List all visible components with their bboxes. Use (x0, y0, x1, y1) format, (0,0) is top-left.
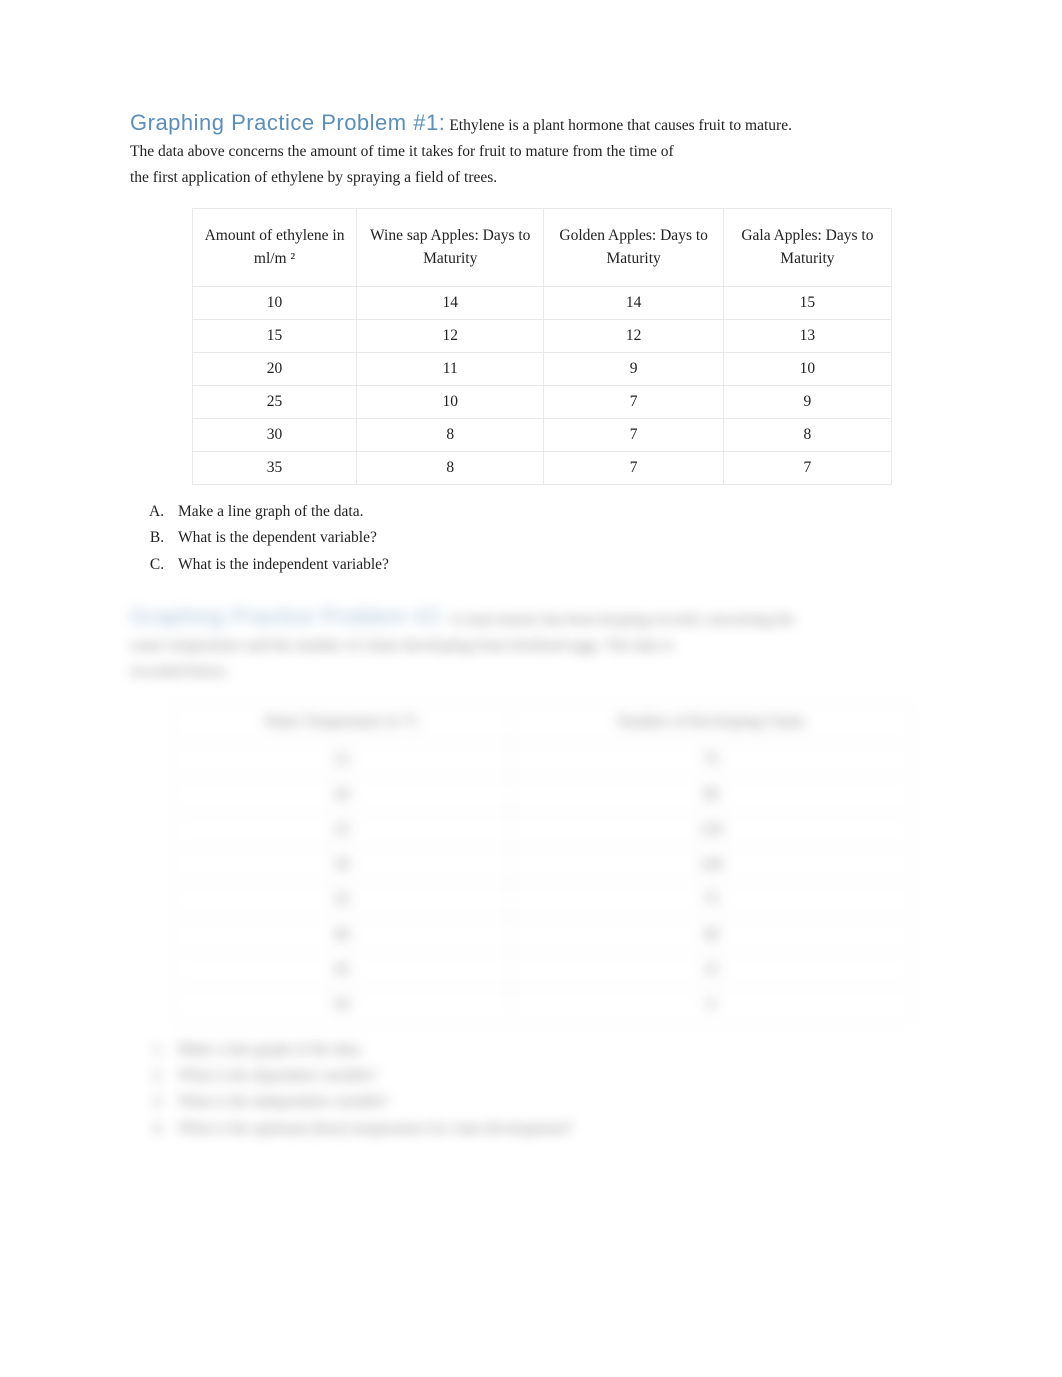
question-item: What is the independent variable? (168, 1089, 932, 1115)
table-row: 30 140 (173, 847, 912, 882)
table-row: 30 8 7 8 (193, 418, 892, 451)
table-header-row: Amount of ethylene in ml/m ² Wine sap Ap… (193, 209, 892, 287)
cell: 14 (357, 286, 544, 319)
table-row: 35 8 7 7 (193, 451, 892, 484)
question-item: What is the dependent variable? (168, 1063, 932, 1089)
table-row: 50 0 (173, 987, 912, 1022)
cell: 25 (173, 812, 511, 847)
problem-2-obscured: Graphing Practice Problem #2: A clam far… (130, 604, 932, 1142)
cell: 25 (193, 385, 357, 418)
problem-1-intro: Graphing Practice Problem #1: Ethylene i… (130, 110, 932, 138)
question-item: Make a line graph of the data. (168, 1037, 932, 1063)
col-header: Golden Apples: Days to Maturity (544, 209, 723, 287)
problem-1-intro-line3: the first application of ethylene by spr… (130, 166, 932, 190)
question-item: Make a line graph of the data. (168, 499, 932, 525)
cell: 15 (193, 319, 357, 352)
cell: 10 (723, 352, 891, 385)
cell: 7 (544, 451, 723, 484)
cell: 35 (193, 451, 357, 484)
cell: 8 (723, 418, 891, 451)
cell: 30 (193, 418, 357, 451)
cell: 11 (357, 352, 544, 385)
cell: 45 (173, 952, 511, 987)
col-header: Gala Apples: Days to Maturity (723, 209, 891, 287)
cell: 0 (511, 987, 912, 1022)
cell: 40 (511, 917, 912, 952)
col-header: Water Temperature in °C (173, 703, 511, 742)
question-item: What is the independent variable? (168, 552, 932, 578)
problem-1-questions: Make a line graph of the data. What is t… (150, 499, 932, 578)
cell: 10 (357, 385, 544, 418)
problem-2-table: Water Temperature in °C Number of Develo… (172, 702, 912, 1022)
cell: 120 (511, 812, 912, 847)
cell: 15 (173, 742, 511, 777)
problem-1-heading: Graphing Practice Problem #1: (130, 110, 445, 135)
cell: 12 (544, 319, 723, 352)
cell: 13 (723, 319, 891, 352)
cell: 7 (544, 418, 723, 451)
table-row: 35 75 (173, 882, 912, 917)
question-item: What is the optimum (best) temperature f… (168, 1116, 932, 1142)
cell: 15 (723, 286, 891, 319)
problem-2-intro-inline: A clam farmer has been keeping records c… (449, 611, 794, 628)
cell: 35 (173, 882, 511, 917)
table-row: 10 14 14 15 (193, 286, 892, 319)
cell: 7 (723, 451, 891, 484)
cell: 20 (173, 777, 511, 812)
cell: 90 (511, 777, 912, 812)
col-header: Wine sap Apples: Days to Maturity (357, 209, 544, 287)
cell: 9 (544, 352, 723, 385)
problem-1-intro-inline: Ethylene is a plant hormone that causes … (449, 117, 792, 134)
cell: 7 (544, 385, 723, 418)
problem-2-intro-line3: recorded below. (130, 660, 932, 684)
cell: 40 (173, 917, 511, 952)
problem-2-intro: Graphing Practice Problem #2: A clam far… (130, 604, 932, 632)
problem-1-intro-line2: The data above concerns the amount of ti… (130, 140, 932, 164)
cell: 10 (193, 286, 357, 319)
problem-1: Graphing Practice Problem #1: Ethylene i… (130, 110, 932, 578)
table-row: 20 11 9 10 (193, 352, 892, 385)
question-item: What is the dependent variable? (168, 525, 932, 551)
table-header-row: Water Temperature in °C Number of Develo… (173, 703, 912, 742)
table-row: 15 12 12 13 (193, 319, 892, 352)
problem-2-intro-line2: water temperature and the number of clam… (130, 634, 932, 658)
cell: 50 (173, 987, 511, 1022)
cell: 20 (193, 352, 357, 385)
cell: 14 (544, 286, 723, 319)
cell: 75 (511, 882, 912, 917)
cell: 15 (511, 952, 912, 987)
document-page: Graphing Practice Problem #1: Ethylene i… (0, 0, 1062, 1248)
problem-1-table: Amount of ethylene in ml/m ² Wine sap Ap… (192, 208, 892, 485)
table-row: 45 15 (173, 952, 912, 987)
cell: 8 (357, 418, 544, 451)
table-row: 15 75 (173, 742, 912, 777)
col-header: Amount of ethylene in ml/m ² (193, 209, 357, 287)
cell: 140 (511, 847, 912, 882)
table-row: 25 10 7 9 (193, 385, 892, 418)
table-row: 25 120 (173, 812, 912, 847)
col-header: Number of Developing Clams (511, 703, 912, 742)
cell: 9 (723, 385, 891, 418)
problem-2-questions: Make a line graph of the data. What is t… (150, 1037, 932, 1142)
cell: 12 (357, 319, 544, 352)
table-row: 20 90 (173, 777, 912, 812)
cell: 30 (173, 847, 511, 882)
problem-2-heading: Graphing Practice Problem #2: (130, 604, 445, 629)
table-row: 40 40 (173, 917, 912, 952)
cell: 8 (357, 451, 544, 484)
cell: 75 (511, 742, 912, 777)
